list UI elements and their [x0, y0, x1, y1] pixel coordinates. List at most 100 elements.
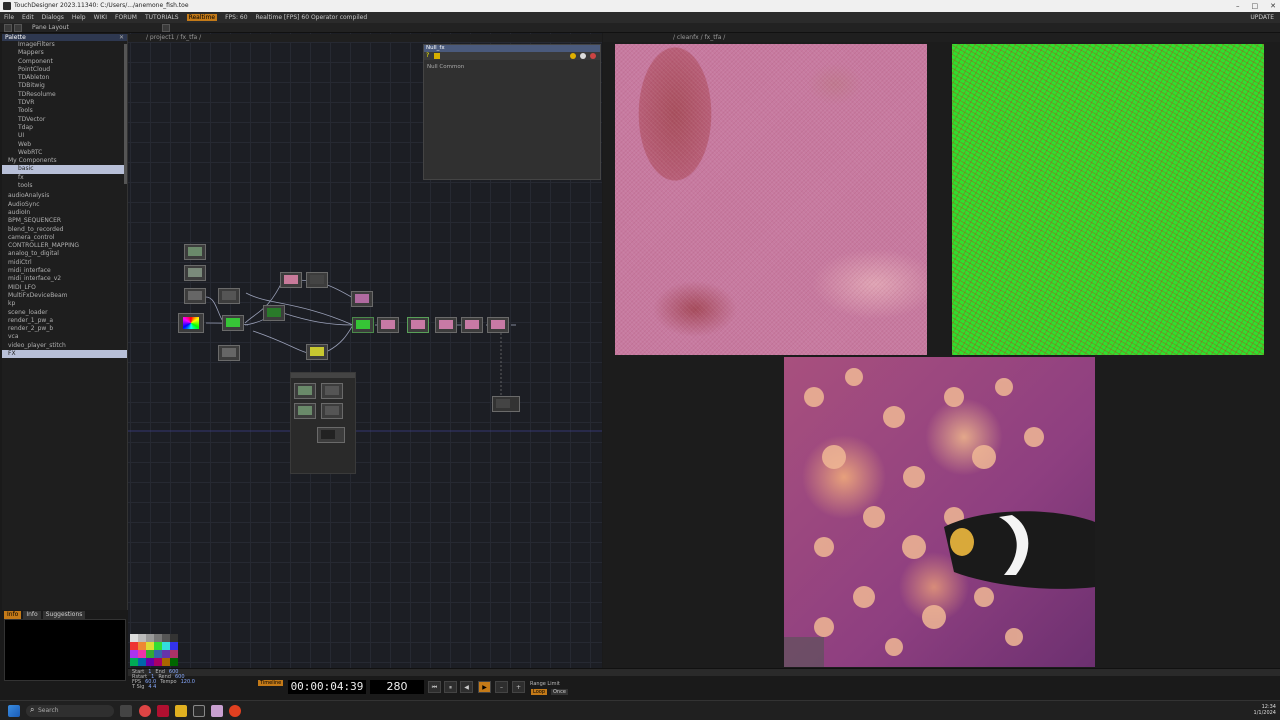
app-orange-icon[interactable] — [229, 705, 241, 717]
component-item[interactable]: MIDI_LFO — [2, 284, 127, 292]
palette-subitem-selected[interactable]: basic — [2, 165, 127, 174]
step-forward-icon[interactable]: + — [512, 681, 525, 693]
component-item[interactable]: audioIn — [2, 209, 127, 217]
op-node[interactable] — [321, 383, 343, 399]
op-node-selected[interactable] — [407, 317, 429, 333]
frame-display[interactable]: 280 — [370, 680, 424, 694]
help-icon[interactable]: ? — [426, 52, 429, 59]
palette-item[interactable]: UI — [2, 132, 127, 140]
stat-value[interactable]: 4 4 — [148, 685, 156, 690]
component-item[interactable]: blend_to_recorded — [2, 226, 127, 234]
palette-item[interactable]: WebRTC — [2, 149, 127, 157]
realtime-toggle[interactable]: Realtime — [186, 14, 218, 21]
search-input[interactable]: Search — [26, 705, 114, 717]
op-node-yellow[interactable] — [306, 344, 328, 360]
component-item[interactable]: kp — [2, 300, 127, 308]
menu-help[interactable]: Help — [72, 14, 86, 21]
component-item[interactable]: midiCtrl — [2, 259, 127, 267]
rewind-icon[interactable]: ⏮ — [428, 681, 441, 693]
app-red-icon[interactable] — [157, 705, 169, 717]
folder-icon[interactable] — [175, 705, 187, 717]
component-item[interactable]: render_2_pw_b — [2, 325, 127, 333]
timeline-ruler[interactable] — [128, 668, 1280, 676]
component-item[interactable]: BPM_SEQUENCER — [2, 217, 127, 225]
null-node[interactable] — [492, 396, 520, 412]
step-fwd-icon[interactable]: – — [495, 681, 508, 693]
close-icon[interactable]: ✕ — [1270, 0, 1276, 12]
component-item[interactable]: analog_to_digital — [2, 250, 127, 258]
toolbar-button[interactable] — [4, 24, 12, 32]
palette-item[interactable]: Mappers — [2, 49, 127, 57]
viewer-path[interactable]: / cleanfx / fx_tfa / — [673, 34, 725, 41]
menu-dialogs[interactable]: Dialogs — [42, 14, 64, 21]
component-item[interactable]: midi_interface_v2 — [2, 275, 127, 283]
app-purple-icon[interactable] — [211, 705, 223, 717]
component-item[interactable]: MultiFxDeviceBeam — [2, 292, 127, 300]
menu-tutorials[interactable]: TUTORIALS — [145, 14, 179, 21]
touchdesigner-icon[interactable] — [193, 705, 205, 717]
palette-item[interactable]: TDResolume — [2, 91, 127, 99]
op-node[interactable] — [321, 403, 343, 419]
chrome-icon[interactable] — [139, 705, 151, 717]
op-node-green[interactable] — [222, 315, 244, 331]
op-node[interactable] — [317, 427, 345, 443]
tab-info-2[interactable]: Info — [23, 611, 41, 619]
parameter-page-label[interactable]: Null Common — [424, 60, 600, 74]
tab-suggestions[interactable]: Suggestions — [42, 611, 86, 619]
step-back-icon[interactable]: ◀ — [460, 681, 473, 693]
palette-item[interactable]: ImageFilters — [2, 41, 127, 49]
component-item-selected[interactable]: FX — [2, 349, 127, 359]
update-button[interactable]: UPDATE — [1250, 14, 1274, 21]
op-node-pink[interactable] — [435, 317, 457, 333]
toolbar-button[interactable] — [14, 24, 22, 32]
op-node-pink[interactable] — [377, 317, 399, 333]
component-item[interactable]: audioAnalysis — [2, 192, 127, 200]
lock-icon[interactable] — [434, 53, 440, 59]
palette-item[interactable]: Tdap — [2, 124, 127, 132]
component-group[interactable] — [290, 372, 356, 474]
loop-toggle[interactable]: Loop — [531, 689, 547, 695]
maximize-icon[interactable]: □ — [1252, 0, 1259, 12]
component-item[interactable]: render_1_pw_a — [2, 317, 127, 325]
op-node-green[interactable] — [294, 383, 316, 399]
palette-item[interactable]: TDAbleton — [2, 74, 127, 82]
op-node[interactable] — [184, 288, 206, 304]
component-item[interactable]: CONTROLLER_MAPPING — [2, 242, 127, 250]
timecode-display[interactable]: 00:00:04:39 — [288, 680, 366, 694]
menu-file[interactable]: File — [4, 14, 14, 21]
info-icon[interactable] — [580, 53, 586, 59]
op-node-green[interactable] — [352, 317, 374, 333]
my-components-group[interactable]: My Components — [2, 157, 127, 165]
op-node[interactable] — [184, 244, 206, 260]
component-item[interactable]: AudioSync — [2, 201, 127, 209]
component-item[interactable]: midi_interface — [2, 267, 127, 275]
component-item[interactable]: scene_loader — [2, 309, 127, 317]
tab-info[interactable]: Info — [4, 611, 22, 619]
component-item[interactable]: vca — [2, 333, 127, 341]
pane-layout-label[interactable]: Pane Layout — [32, 24, 69, 31]
op-node-pink[interactable] — [487, 317, 509, 333]
palette-item[interactable]: PointCloud — [2, 66, 127, 74]
stat-value[interactable]: 120.0 — [181, 680, 195, 685]
menu-edit[interactable]: Edit — [22, 14, 34, 21]
close-icon[interactable]: ✕ — [119, 34, 124, 41]
op-node-green[interactable] — [263, 305, 285, 321]
minimize-icon[interactable]: – — [1236, 0, 1240, 12]
system-clock[interactable]: 12:34 1/1/2024 — [1254, 704, 1276, 716]
palette-item[interactable]: Web — [2, 141, 127, 149]
color-icon[interactable] — [590, 53, 596, 59]
palette-item[interactable]: TDVector — [2, 116, 127, 124]
op-node-color[interactable] — [178, 313, 204, 333]
op-node-pink[interactable] — [280, 272, 302, 288]
component-item[interactable]: video_player_stitch — [2, 342, 127, 350]
once-toggle[interactable]: Once — [551, 689, 568, 695]
palette-item[interactable]: Tools — [2, 107, 127, 115]
palette-scrollbar[interactable] — [124, 44, 127, 184]
menu-forum[interactable]: FORUM — [115, 14, 137, 21]
task-view-icon[interactable] — [120, 705, 132, 717]
op-node[interactable] — [218, 288, 240, 304]
toolbar-button[interactable] — [162, 24, 170, 32]
color-swatches[interactable] — [130, 634, 178, 666]
palette-item[interactable]: TDVR — [2, 99, 127, 107]
op-node-pink[interactable] — [461, 317, 483, 333]
